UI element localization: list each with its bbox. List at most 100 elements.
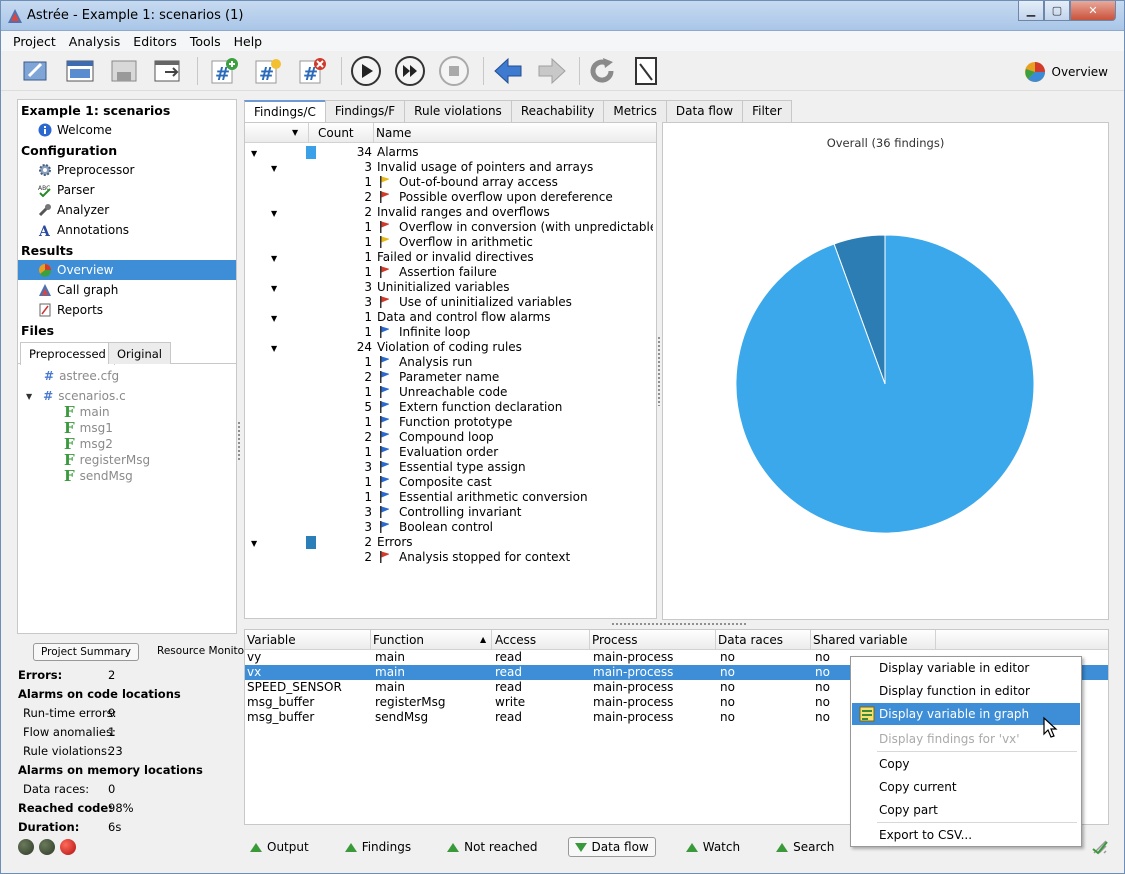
menu-project[interactable]: Project — [13, 34, 56, 49]
not-reached-view-button[interactable]: Not reached — [441, 838, 543, 856]
finding-row[interactable]: 3 Boolean control — [245, 520, 656, 535]
menu-copy-part[interactable]: Copy part — [852, 799, 1080, 821]
finding-row[interactable]: 3 Use of uninitialized variables — [245, 295, 656, 310]
col-data-races[interactable]: Data races — [718, 633, 783, 647]
tab-metrics[interactable]: Metrics — [603, 100, 667, 122]
finding-row[interactable]: 1 Infinite loop — [245, 325, 656, 340]
forward-button[interactable] — [535, 54, 569, 88]
tab-original[interactable]: Original — [108, 342, 172, 364]
nav-analyzer[interactable]: Analyzer — [18, 200, 236, 220]
finding-row[interactable]: ▼ 34 Alarms — [245, 145, 656, 160]
start-analysis-button[interactable] — [349, 54, 383, 88]
finding-row[interactable]: 1 Overflow in conversion (with unpredicta… — [245, 220, 656, 235]
func-msg2[interactable]: Fmsg2 — [18, 435, 236, 453]
col-variable[interactable]: Variable — [247, 633, 296, 647]
expand-arrow-icon[interactable]: ▼ — [251, 146, 257, 161]
tab-preprocessed[interactable]: Preprocessed — [20, 342, 115, 365]
expand-arrow-icon[interactable]: ▼ — [26, 392, 32, 401]
expand-arrow-icon[interactable]: ▼ — [271, 161, 277, 176]
nav-overview[interactable]: Overview — [18, 260, 236, 280]
splitter-handle[interactable] — [657, 336, 660, 406]
export-button[interactable] — [151, 54, 185, 88]
expand-arrow-icon[interactable]: ▼ — [271, 206, 277, 221]
finding-row[interactable]: ▼ 1 Failed or invalid directives — [245, 250, 656, 265]
finding-row[interactable]: 2 Compound loop — [245, 430, 656, 445]
menu-copy[interactable]: Copy — [852, 753, 1080, 775]
finding-row[interactable]: 1 Essential arithmetic conversion — [245, 490, 656, 505]
finding-row[interactable]: 1 Analysis run — [245, 355, 656, 370]
expand-arrow-icon[interactable]: ▼ — [271, 281, 277, 296]
search-view-button[interactable]: Search — [770, 838, 840, 856]
overview-button[interactable]: Overview — [1024, 61, 1108, 83]
finding-row[interactable]: 3 Controlling invariant — [245, 505, 656, 520]
tab-project-summary[interactable]: Project Summary — [33, 643, 140, 661]
nav-annotations[interactable]: A Annotations — [18, 220, 236, 240]
tab-findings-c[interactable]: Findings/C — [244, 100, 326, 123]
expand-arrow-icon[interactable]: ▼ — [271, 341, 277, 356]
col-access[interactable]: Access — [495, 633, 536, 647]
func-main[interactable]: Fmain — [18, 403, 236, 421]
menu-display-variable-in-editor[interactable]: Display variable in editor — [852, 657, 1080, 679]
menu-tools[interactable]: Tools — [190, 34, 221, 49]
minimize-button[interactable]: ▁ — [1018, 1, 1044, 21]
finding-row[interactable]: ▼ 2 Invalid ranges and overflows — [245, 205, 656, 220]
finding-row[interactable]: 1 Unreachable code — [245, 385, 656, 400]
splitter-handle[interactable] — [237, 421, 240, 461]
output-view-button[interactable]: Output — [244, 838, 315, 856]
open-project-button[interactable] — [19, 54, 53, 88]
finding-row[interactable]: 1 Function prototype — [245, 415, 656, 430]
func-msg1[interactable]: Fmsg1 — [18, 419, 236, 437]
tab-filter[interactable]: Filter — [742, 100, 792, 122]
func-registermsg[interactable]: FregisterMsg — [18, 451, 236, 469]
new-window-button[interactable] — [63, 54, 97, 88]
col-process[interactable]: Process — [592, 633, 638, 647]
finding-row[interactable]: 1 Assertion failure — [245, 265, 656, 280]
col-function[interactable]: Function — [373, 633, 424, 647]
nav-preprocessor[interactable]: Preprocessor — [18, 160, 236, 180]
menu-analysis[interactable]: Analysis — [69, 34, 121, 49]
finding-row[interactable]: 2 Possible overflow upon dereference — [245, 190, 656, 205]
nav-welcome[interactable]: Welcome — [18, 120, 236, 140]
report-button[interactable] — [629, 54, 663, 88]
file-astree-cfg[interactable]: # astree.cfg — [18, 366, 236, 386]
nav-reports[interactable]: Reports — [18, 300, 236, 320]
finding-row[interactable]: 2 Analysis stopped for context — [245, 550, 656, 565]
func-sendmsg[interactable]: FsendMsg — [18, 467, 236, 485]
tab-rule-violations[interactable]: Rule violations — [404, 100, 512, 122]
findings-view-button[interactable]: Findings — [339, 838, 417, 856]
expand-arrow-icon[interactable]: ▼ — [271, 251, 277, 266]
finding-row[interactable]: ▼ 1 Data and control flow alarms — [245, 310, 656, 325]
file-scenarios-c[interactable]: ▼ # scenarios.c — [18, 386, 236, 406]
nav-parser[interactable]: ABC Parser — [18, 180, 236, 200]
expand-arrow-icon[interactable]: ▼ — [251, 536, 257, 551]
finding-row[interactable]: ▼ 3 Invalid usage of pointers and arrays — [245, 160, 656, 175]
finding-row[interactable]: 1 Composite cast — [245, 475, 656, 490]
finding-row[interactable]: ▼ 24 Violation of coding rules — [245, 340, 656, 355]
close-window-button[interactable]: ✕ — [1070, 1, 1116, 21]
splitter-handle[interactable] — [611, 622, 746, 625]
resize-grip-icon[interactable] — [1090, 837, 1110, 857]
finding-row[interactable]: 3 Essential type assign — [245, 460, 656, 475]
resume-analysis-button[interactable] — [393, 54, 427, 88]
menu-editors[interactable]: Editors — [133, 34, 177, 49]
menu-export-csv[interactable]: Export to CSV... — [852, 824, 1080, 846]
expand-arrow-icon[interactable]: ▼ — [271, 311, 277, 326]
finding-row[interactable]: 1 Evaluation order — [245, 445, 656, 460]
finding-row[interactable]: 1 Overflow in arithmetic — [245, 235, 656, 250]
col-count[interactable]: Count — [318, 126, 354, 140]
add-source-button[interactable]: # — [207, 54, 241, 88]
pie-slice-alarms[interactable] — [735, 234, 1035, 534]
tab-findings-f[interactable]: Findings/F — [324, 100, 406, 122]
maximize-button[interactable]: ▢ — [1044, 1, 1070, 21]
col-name[interactable]: Name — [376, 126, 411, 140]
watch-view-button[interactable]: Watch — [680, 838, 746, 856]
remove-source-button[interactable]: # — [295, 54, 329, 88]
data-flow-view-button[interactable]: Data flow — [567, 837, 656, 857]
stop-analysis-button[interactable] — [437, 54, 471, 88]
col-shared-variable[interactable]: Shared variable — [813, 633, 907, 647]
finding-row[interactable]: ▼ 2 Errors — [245, 535, 656, 550]
menu-copy-current[interactable]: Copy current — [852, 776, 1080, 798]
finding-row[interactable]: ▼ 3 Uninitialized variables — [245, 280, 656, 295]
sort-dropdown-icon[interactable]: ▼ — [292, 128, 298, 137]
tab-data-flow[interactable]: Data flow — [665, 100, 744, 122]
